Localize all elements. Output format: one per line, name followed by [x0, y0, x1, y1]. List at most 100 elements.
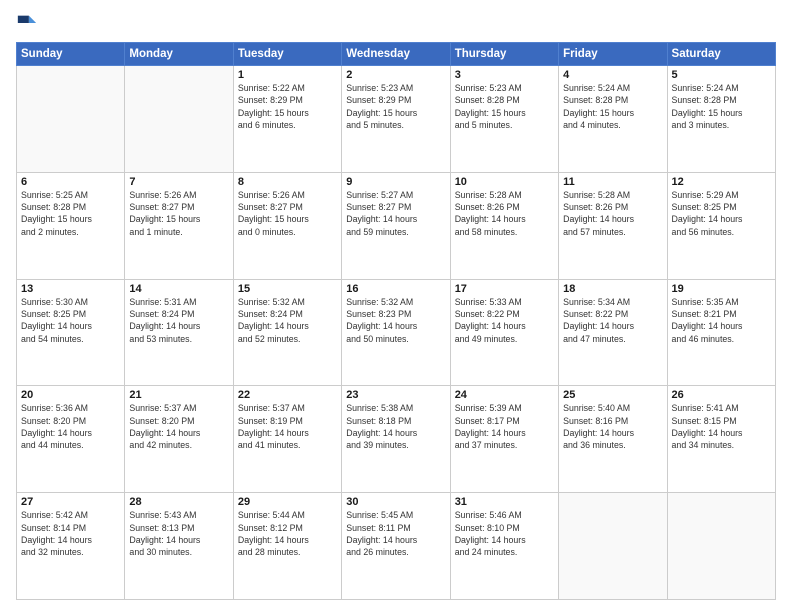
calendar-cell: 8Sunrise: 5:26 AM Sunset: 8:27 PM Daylig… — [233, 172, 341, 279]
day-info: Sunrise: 5:42 AM Sunset: 8:14 PM Dayligh… — [21, 509, 120, 558]
day-number: 26 — [672, 389, 771, 401]
day-number: 9 — [346, 176, 445, 188]
calendar-header-wednesday: Wednesday — [342, 43, 450, 66]
calendar-cell: 5Sunrise: 5:24 AM Sunset: 8:28 PM Daylig… — [667, 66, 775, 173]
calendar-cell: 26Sunrise: 5:41 AM Sunset: 8:15 PM Dayli… — [667, 386, 775, 493]
day-number: 6 — [21, 176, 120, 188]
calendar-cell: 4Sunrise: 5:24 AM Sunset: 8:28 PM Daylig… — [559, 66, 667, 173]
calendar-cell: 7Sunrise: 5:26 AM Sunset: 8:27 PM Daylig… — [125, 172, 233, 279]
day-info: Sunrise: 5:22 AM Sunset: 8:29 PM Dayligh… — [238, 82, 337, 131]
day-number: 24 — [455, 389, 554, 401]
calendar-cell: 22Sunrise: 5:37 AM Sunset: 8:19 PM Dayli… — [233, 386, 341, 493]
calendar-header-tuesday: Tuesday — [233, 43, 341, 66]
calendar-header-thursday: Thursday — [450, 43, 558, 66]
calendar-cell: 21Sunrise: 5:37 AM Sunset: 8:20 PM Dayli… — [125, 386, 233, 493]
day-number: 16 — [346, 283, 445, 295]
day-number: 11 — [563, 176, 662, 188]
day-info: Sunrise: 5:37 AM Sunset: 8:20 PM Dayligh… — [129, 402, 228, 451]
calendar-cell: 29Sunrise: 5:44 AM Sunset: 8:12 PM Dayli… — [233, 493, 341, 600]
day-info: Sunrise: 5:45 AM Sunset: 8:11 PM Dayligh… — [346, 509, 445, 558]
calendar-cell: 1Sunrise: 5:22 AM Sunset: 8:29 PM Daylig… — [233, 66, 341, 173]
day-info: Sunrise: 5:24 AM Sunset: 8:28 PM Dayligh… — [563, 82, 662, 131]
calendar-cell: 16Sunrise: 5:32 AM Sunset: 8:23 PM Dayli… — [342, 279, 450, 386]
calendar-header-sunday: Sunday — [17, 43, 125, 66]
calendar-cell: 31Sunrise: 5:46 AM Sunset: 8:10 PM Dayli… — [450, 493, 558, 600]
calendar-header-monday: Monday — [125, 43, 233, 66]
calendar-cell: 11Sunrise: 5:28 AM Sunset: 8:26 PM Dayli… — [559, 172, 667, 279]
calendar-cell: 6Sunrise: 5:25 AM Sunset: 8:28 PM Daylig… — [17, 172, 125, 279]
day-info: Sunrise: 5:23 AM Sunset: 8:29 PM Dayligh… — [346, 82, 445, 131]
day-info: Sunrise: 5:31 AM Sunset: 8:24 PM Dayligh… — [129, 296, 228, 345]
calendar-week-row: 20Sunrise: 5:36 AM Sunset: 8:20 PM Dayli… — [17, 386, 776, 493]
day-info: Sunrise: 5:27 AM Sunset: 8:27 PM Dayligh… — [346, 189, 445, 238]
calendar-cell: 23Sunrise: 5:38 AM Sunset: 8:18 PM Dayli… — [342, 386, 450, 493]
calendar-cell: 30Sunrise: 5:45 AM Sunset: 8:11 PM Dayli… — [342, 493, 450, 600]
day-number: 7 — [129, 176, 228, 188]
calendar-cell: 20Sunrise: 5:36 AM Sunset: 8:20 PM Dayli… — [17, 386, 125, 493]
day-number: 5 — [672, 69, 771, 81]
day-number: 27 — [21, 496, 120, 508]
day-number: 15 — [238, 283, 337, 295]
header — [16, 12, 776, 34]
logo — [16, 12, 42, 34]
day-number: 17 — [455, 283, 554, 295]
page: SundayMondayTuesdayWednesdayThursdayFrid… — [0, 0, 792, 612]
day-number: 22 — [238, 389, 337, 401]
day-info: Sunrise: 5:26 AM Sunset: 8:27 PM Dayligh… — [238, 189, 337, 238]
calendar-cell — [17, 66, 125, 173]
day-info: Sunrise: 5:33 AM Sunset: 8:22 PM Dayligh… — [455, 296, 554, 345]
calendar-cell: 28Sunrise: 5:43 AM Sunset: 8:13 PM Dayli… — [125, 493, 233, 600]
day-info: Sunrise: 5:34 AM Sunset: 8:22 PM Dayligh… — [563, 296, 662, 345]
day-info: Sunrise: 5:35 AM Sunset: 8:21 PM Dayligh… — [672, 296, 771, 345]
day-number: 14 — [129, 283, 228, 295]
day-info: Sunrise: 5:32 AM Sunset: 8:24 PM Dayligh… — [238, 296, 337, 345]
day-info: Sunrise: 5:25 AM Sunset: 8:28 PM Dayligh… — [21, 189, 120, 238]
calendar-week-row: 6Sunrise: 5:25 AM Sunset: 8:28 PM Daylig… — [17, 172, 776, 279]
day-info: Sunrise: 5:32 AM Sunset: 8:23 PM Dayligh… — [346, 296, 445, 345]
day-info: Sunrise: 5:37 AM Sunset: 8:19 PM Dayligh… — [238, 402, 337, 451]
day-number: 1 — [238, 69, 337, 81]
day-number: 10 — [455, 176, 554, 188]
day-info: Sunrise: 5:38 AM Sunset: 8:18 PM Dayligh… — [346, 402, 445, 451]
calendar-cell — [667, 493, 775, 600]
calendar-cell: 24Sunrise: 5:39 AM Sunset: 8:17 PM Dayli… — [450, 386, 558, 493]
calendar-cell: 2Sunrise: 5:23 AM Sunset: 8:29 PM Daylig… — [342, 66, 450, 173]
day-number: 29 — [238, 496, 337, 508]
calendar-table: SundayMondayTuesdayWednesdayThursdayFrid… — [16, 42, 776, 600]
day-number: 3 — [455, 69, 554, 81]
calendar-cell: 13Sunrise: 5:30 AM Sunset: 8:25 PM Dayli… — [17, 279, 125, 386]
day-info: Sunrise: 5:28 AM Sunset: 8:26 PM Dayligh… — [455, 189, 554, 238]
day-info: Sunrise: 5:29 AM Sunset: 8:25 PM Dayligh… — [672, 189, 771, 238]
day-info: Sunrise: 5:30 AM Sunset: 8:25 PM Dayligh… — [21, 296, 120, 345]
day-number: 31 — [455, 496, 554, 508]
day-number: 18 — [563, 283, 662, 295]
calendar-header-friday: Friday — [559, 43, 667, 66]
day-info: Sunrise: 5:40 AM Sunset: 8:16 PM Dayligh… — [563, 402, 662, 451]
day-info: Sunrise: 5:43 AM Sunset: 8:13 PM Dayligh… — [129, 509, 228, 558]
day-number: 21 — [129, 389, 228, 401]
calendar-cell — [125, 66, 233, 173]
day-number: 25 — [563, 389, 662, 401]
calendar-cell: 17Sunrise: 5:33 AM Sunset: 8:22 PM Dayli… — [450, 279, 558, 386]
calendar-cell: 3Sunrise: 5:23 AM Sunset: 8:28 PM Daylig… — [450, 66, 558, 173]
calendar-header-saturday: Saturday — [667, 43, 775, 66]
day-number: 20 — [21, 389, 120, 401]
calendar-cell: 25Sunrise: 5:40 AM Sunset: 8:16 PM Dayli… — [559, 386, 667, 493]
day-info: Sunrise: 5:26 AM Sunset: 8:27 PM Dayligh… — [129, 189, 228, 238]
day-number: 2 — [346, 69, 445, 81]
calendar-cell: 18Sunrise: 5:34 AM Sunset: 8:22 PM Dayli… — [559, 279, 667, 386]
day-info: Sunrise: 5:23 AM Sunset: 8:28 PM Dayligh… — [455, 82, 554, 131]
calendar-week-row: 13Sunrise: 5:30 AM Sunset: 8:25 PM Dayli… — [17, 279, 776, 386]
day-info: Sunrise: 5:24 AM Sunset: 8:28 PM Dayligh… — [672, 82, 771, 131]
day-info: Sunrise: 5:39 AM Sunset: 8:17 PM Dayligh… — [455, 402, 554, 451]
day-number: 8 — [238, 176, 337, 188]
day-number: 23 — [346, 389, 445, 401]
day-info: Sunrise: 5:46 AM Sunset: 8:10 PM Dayligh… — [455, 509, 554, 558]
day-number: 30 — [346, 496, 445, 508]
calendar-week-row: 27Sunrise: 5:42 AM Sunset: 8:14 PM Dayli… — [17, 493, 776, 600]
calendar-cell: 19Sunrise: 5:35 AM Sunset: 8:21 PM Dayli… — [667, 279, 775, 386]
day-number: 4 — [563, 69, 662, 81]
calendar-week-row: 1Sunrise: 5:22 AM Sunset: 8:29 PM Daylig… — [17, 66, 776, 173]
day-info: Sunrise: 5:41 AM Sunset: 8:15 PM Dayligh… — [672, 402, 771, 451]
calendar-cell: 9Sunrise: 5:27 AM Sunset: 8:27 PM Daylig… — [342, 172, 450, 279]
